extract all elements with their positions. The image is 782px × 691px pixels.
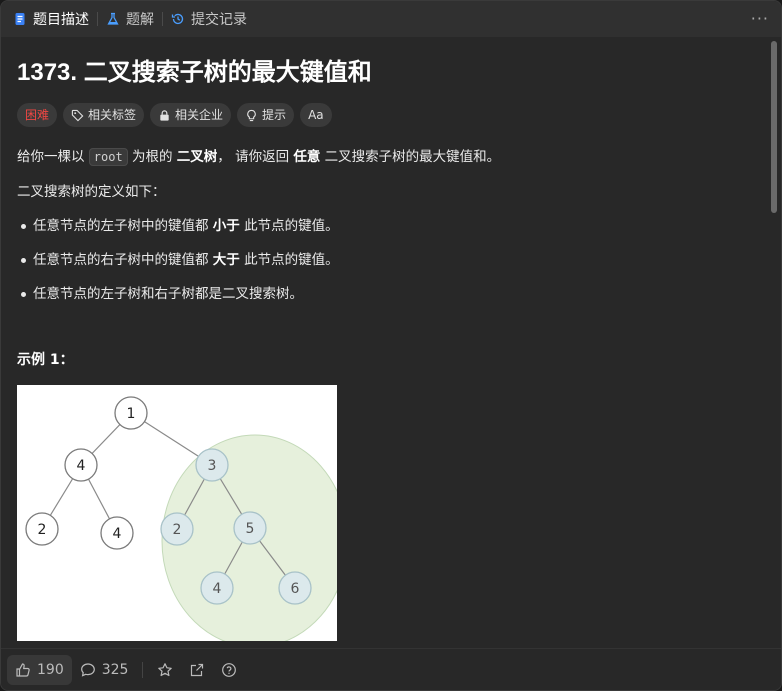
description-icon [15,13,25,25]
question-icon [222,662,237,677]
related-companies-label: 相关企业 [175,108,224,122]
related-tags-button[interactable]: 相关标签 [63,103,145,127]
tree-node: 4 [64,448,98,482]
thumbs-up-icon [16,662,30,677]
help-button[interactable] [213,655,245,685]
list-item: 任意节点的左子树和右子树都是二叉搜索树。 [17,283,755,305]
scrollbar-thumb[interactable] [771,41,777,213]
description-paragraph: 给你一棵以 root 为根的 二叉树， 请你返回 任意 二叉搜索子树的最大键值和… [17,146,755,168]
list-item-text: 任意节点的右子树中的键值都 [33,252,213,268]
lock-icon [160,109,169,121]
tab-submissions-label: 提交记录 [191,12,247,28]
svg-text:2: 2 [38,522,47,538]
svg-text:2: 2 [173,522,182,538]
comments-button[interactable]: 325 [72,655,137,685]
vertical-scrollbar[interactable] [771,41,777,649]
svg-text:6: 6 [291,581,300,597]
list-item: 任意节点的右子树中的键值都 大于 此节点的键值。 [17,249,755,271]
list-item-text: 此节点的键值。 [239,252,339,268]
description-bold: 任意 [293,149,321,165]
tab-description-label: 题目描述 [33,12,89,28]
problem-content: 1373. 二叉搜索子树的最大键值和 困难 相关标签 相关企业 提示 Aa 给你… [1,37,771,649]
tab-divider [162,12,163,26]
page-title: 1373. 二叉搜索子树的最大键值和 [17,59,372,86]
list-item-text: 任意节点的左子树中的键值都 [33,218,213,234]
description-text: 二叉搜索子树的最大键值和。 [320,149,501,165]
svg-text:4: 4 [113,526,122,542]
history-icon [171,13,184,25]
comment-icon [80,662,95,677]
description-text: ， 请你返回 [217,149,294,165]
tree-node: 5 [233,511,267,545]
binary-tree-diagram: 1 4 3 2 4 2 5 4 6 [25,396,349,648]
svg-text:5: 5 [246,521,255,537]
definition-list: 任意节点的左子树中的键值都 小于 此节点的键值。 任意节点的右子树中的键值都 大… [17,215,755,305]
list-item-text: 任意节点的左子树和右子树都是二叉搜索树。 [33,286,303,302]
flask-icon [107,12,119,25]
list-item-text: 此节点的键值。 [239,218,339,234]
tab-divider [97,12,98,26]
tree-node: 4 [100,516,134,550]
related-tags-label: 相关标签 [88,108,137,122]
bottom-toolbar: 190 325 [1,648,781,690]
svg-text:4: 4 [213,581,222,597]
more-options-icon[interactable]: ··· [751,9,769,28]
svg-text:4: 4 [77,458,86,474]
tab-solutions-label: 题解 [126,12,154,28]
definition-heading: 二叉搜索树的定义如下： [17,184,166,200]
tab-submissions[interactable]: 提交记录 [171,1,247,37]
related-companies-button[interactable]: 相关企业 [150,103,232,127]
like-button[interactable]: 190 [7,654,72,685]
tag-icon [71,109,84,121]
description-text: 为根的 [127,149,177,165]
list-item: 任意节点的左子树中的键值都 小于 此节点的键值。 [17,215,755,237]
comment-count: 325 [101,661,129,678]
tab-solutions[interactable]: 题解 [106,1,154,37]
tab-description[interactable]: 题目描述 [13,1,89,37]
share-icon [191,663,204,676]
hints-label: 提示 [262,108,287,122]
tree-node: 6 [278,571,312,605]
translate-icon: Aa [308,108,324,122]
svg-text:3: 3 [208,458,217,474]
example-tree-image: 1 4 3 2 4 2 5 4 6 [17,385,349,648]
example-title: 示例 1： [17,352,74,368]
favorite-button[interactable] [149,655,181,685]
share-button[interactable] [181,655,213,685]
like-count: 190 [37,661,64,678]
description-text: 给你一棵以 [17,149,89,165]
tree-node: 2 [160,512,194,546]
lightbulb-icon [247,109,256,121]
tab-bar: 题目描述 题解 提交记录 ··· [1,1,781,37]
translate-button[interactable]: Aa [300,103,332,127]
tag-row: 困难 相关标签 相关企业 提示 Aa [17,103,755,129]
root-code: root [88,148,128,166]
tree-node: 4 [200,571,234,605]
hints-button[interactable]: 提示 [237,103,295,127]
star-icon [158,662,173,676]
description-bold: 二叉树 [176,149,218,165]
svg-text:1: 1 [127,406,136,422]
difficulty-badge: 困难 [17,103,58,127]
tree-node: 1 [114,396,148,430]
problem-window: 题目描述 题解 提交记录 ··· 1373. 二叉搜索子树的最大键值和 困难 相… [0,0,782,691]
list-item-bold: 小于 [212,218,240,234]
tree-node: 3 [195,448,229,482]
toolbar-divider [142,661,144,678]
list-item-bold: 大于 [212,252,240,268]
tree-node: 2 [25,512,59,546]
